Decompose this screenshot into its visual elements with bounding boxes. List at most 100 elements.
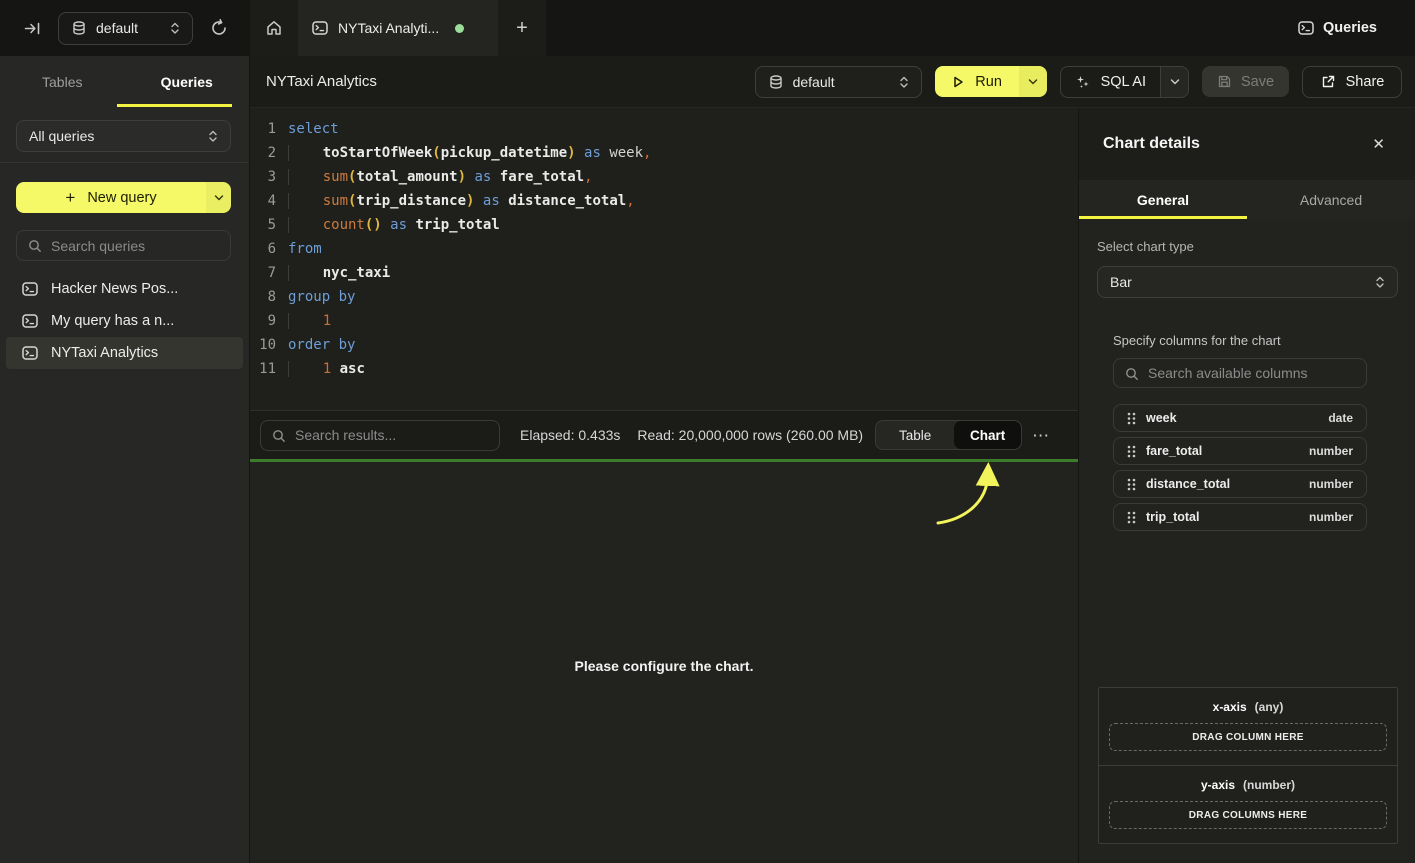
column-chip-week[interactable]: week date bbox=[1113, 404, 1367, 432]
queries-button[interactable]: Queries bbox=[1298, 20, 1377, 36]
column-type: number bbox=[1309, 444, 1353, 458]
top-bar: default NYTaxi Analyti... + Queries bbox=[0, 0, 1415, 56]
line-number: 4 bbox=[250, 189, 276, 213]
column-name: week bbox=[1146, 411, 1177, 425]
refresh-icon[interactable] bbox=[210, 19, 228, 37]
code-lines: 1select2 toStartOfWeek(pickup_datetime) … bbox=[250, 117, 1078, 381]
new-tab-button[interactable]: + bbox=[498, 0, 546, 56]
line-number: 1 bbox=[250, 117, 276, 141]
sql-ai-dropdown[interactable] bbox=[1160, 67, 1188, 97]
results-search-placeholder: Search results... bbox=[295, 427, 396, 443]
sidebar-tab-tables[interactable]: Tables bbox=[0, 56, 125, 108]
x-axis-drop-zone[interactable]: DRAG COLUMN HERE bbox=[1109, 723, 1387, 751]
query-list-item-nytaxi-analytics[interactable]: NYTaxi Analytics bbox=[6, 337, 243, 369]
share-button-label: Share bbox=[1346, 74, 1385, 90]
query-list-item-hacker-news[interactable]: Hacker News Pos... bbox=[6, 273, 243, 305]
run-button-label: Run bbox=[975, 74, 1002, 90]
view-tab-chart[interactable]: Chart bbox=[954, 421, 1021, 449]
console-tab-icon bbox=[312, 20, 328, 36]
query-search-placeholder: Search queries bbox=[51, 238, 145, 254]
active-tab-underline bbox=[1079, 216, 1247, 219]
sql-ai-button[interactable]: SQL AI bbox=[1060, 66, 1189, 98]
new-query-label: New query bbox=[87, 190, 156, 206]
line-number: 7 bbox=[250, 261, 276, 285]
code-line: 2 toStartOfWeek(pickup_datetime) as week… bbox=[250, 141, 1078, 165]
share-icon bbox=[1320, 74, 1336, 90]
query-list: Hacker News Pos... My query has a n... N… bbox=[0, 273, 249, 369]
new-query-dropdown[interactable] bbox=[206, 182, 231, 213]
tab-title: NYTaxi Analyti... bbox=[338, 20, 439, 36]
save-button[interactable]: Save bbox=[1202, 66, 1289, 97]
line-number: 5 bbox=[250, 213, 276, 237]
column-chip-distance-total[interactable]: distance_total number bbox=[1113, 470, 1367, 498]
run-button-main[interactable]: Run bbox=[935, 66, 1019, 97]
line-number: 6 bbox=[250, 237, 276, 261]
console-icon bbox=[22, 345, 38, 361]
query-list-item-my-query[interactable]: My query has a n... bbox=[6, 305, 243, 337]
new-query-main[interactable]: + New query bbox=[16, 182, 206, 213]
columns-search-placeholder: Search available columns bbox=[1148, 365, 1308, 381]
y-axis-drop-zone[interactable]: DRAG COLUMNS HERE bbox=[1109, 801, 1387, 829]
columns-search-input[interactable]: Search available columns bbox=[1113, 358, 1367, 388]
chart-area: Please configure the chart. bbox=[250, 459, 1078, 863]
query-item-label: Hacker News Pos... bbox=[51, 281, 178, 297]
panel-header: Chart details ✕ bbox=[1079, 108, 1415, 180]
drag-handle-icon bbox=[1127, 511, 1136, 524]
panel-tab-general-label: General bbox=[1137, 192, 1189, 208]
tab-nytaxi-analytics[interactable]: NYTaxi Analyti... bbox=[298, 0, 498, 56]
database-icon bbox=[71, 20, 87, 36]
sql-ai-main[interactable]: SQL AI bbox=[1061, 67, 1160, 97]
home-button[interactable] bbox=[250, 0, 298, 56]
results-bar: Search results... Elapsed: 0.433s Read: … bbox=[250, 410, 1078, 459]
queries-button-label: Queries bbox=[1323, 20, 1377, 36]
sidebar-tab-queries[interactable]: Queries bbox=[125, 56, 250, 108]
results-search-input[interactable]: Search results... bbox=[260, 420, 500, 451]
close-icon[interactable]: ✕ bbox=[1372, 135, 1385, 153]
query-search-input[interactable]: Search queries bbox=[16, 230, 231, 261]
database-icon bbox=[768, 74, 784, 90]
columns-group: Specify columns for the chart Search ava… bbox=[1113, 333, 1367, 531]
results-more-menu[interactable]: ⋯ bbox=[1032, 427, 1049, 444]
save-button-label: Save bbox=[1241, 74, 1274, 90]
line-number: 2 bbox=[250, 141, 276, 165]
sql-editor[interactable]: 1select2 toStartOfWeek(pickup_datetime) … bbox=[250, 108, 1078, 410]
toolbar-database-selector[interactable]: default bbox=[755, 66, 922, 98]
elapsed-stat: Elapsed: 0.433s bbox=[520, 427, 620, 443]
read-stat: Read: 20,000,000 rows (260.00 MB) bbox=[637, 427, 863, 443]
view-switcher: Table Chart bbox=[875, 420, 1022, 450]
x-axis-type: (any) bbox=[1255, 700, 1284, 714]
column-chip-trip-total[interactable]: trip_total number bbox=[1113, 503, 1367, 531]
y-axis-title: y-axis (number) bbox=[1109, 778, 1387, 792]
code-line: 10order by bbox=[250, 333, 1078, 357]
line-number: 3 bbox=[250, 165, 276, 189]
sidebar-tab-tables-label: Tables bbox=[42, 74, 82, 90]
query-toolbar: NYTaxi Analytics default Run SQL AI bbox=[250, 56, 1415, 108]
panel-tab-general[interactable]: General bbox=[1079, 180, 1247, 219]
active-tab-underline bbox=[117, 104, 232, 107]
sidebar: Tables Queries All queries + New query S… bbox=[0, 56, 250, 863]
code-line: 6from bbox=[250, 237, 1078, 261]
topbar-database-value: default bbox=[96, 20, 161, 36]
topbar-database-selector[interactable]: default bbox=[58, 12, 193, 45]
column-chips: week date fare_total number distance_tot… bbox=[1113, 404, 1367, 531]
new-query-button[interactable]: + New query bbox=[16, 182, 231, 213]
collapse-sidebar-icon[interactable] bbox=[24, 20, 41, 37]
query-filter-select[interactable]: All queries bbox=[16, 120, 231, 152]
panel-title: Chart details bbox=[1103, 135, 1200, 153]
column-chip-fare-total[interactable]: fare_total number bbox=[1113, 437, 1367, 465]
run-button[interactable]: Run bbox=[935, 66, 1047, 97]
sparkles-icon bbox=[1075, 74, 1091, 90]
chart-type-select[interactable]: Bar bbox=[1097, 266, 1398, 298]
panel-tab-advanced[interactable]: Advanced bbox=[1247, 180, 1415, 219]
code-line: 5 count() as trip_total bbox=[250, 213, 1078, 237]
view-tab-table[interactable]: Table bbox=[876, 421, 954, 449]
panel-tabs: General Advanced bbox=[1079, 180, 1415, 219]
y-axis-section: y-axis (number) DRAG COLUMNS HERE bbox=[1099, 765, 1397, 843]
query-item-label: NYTaxi Analytics bbox=[51, 345, 158, 361]
share-button[interactable]: Share bbox=[1302, 66, 1402, 98]
run-options-dropdown[interactable] bbox=[1019, 66, 1047, 97]
chevron-down-icon bbox=[1028, 77, 1038, 86]
panel-tab-advanced-label: Advanced bbox=[1300, 192, 1362, 208]
search-icon bbox=[272, 429, 285, 442]
panel-body: Select chart type Bar Specify columns fo… bbox=[1079, 239, 1415, 863]
